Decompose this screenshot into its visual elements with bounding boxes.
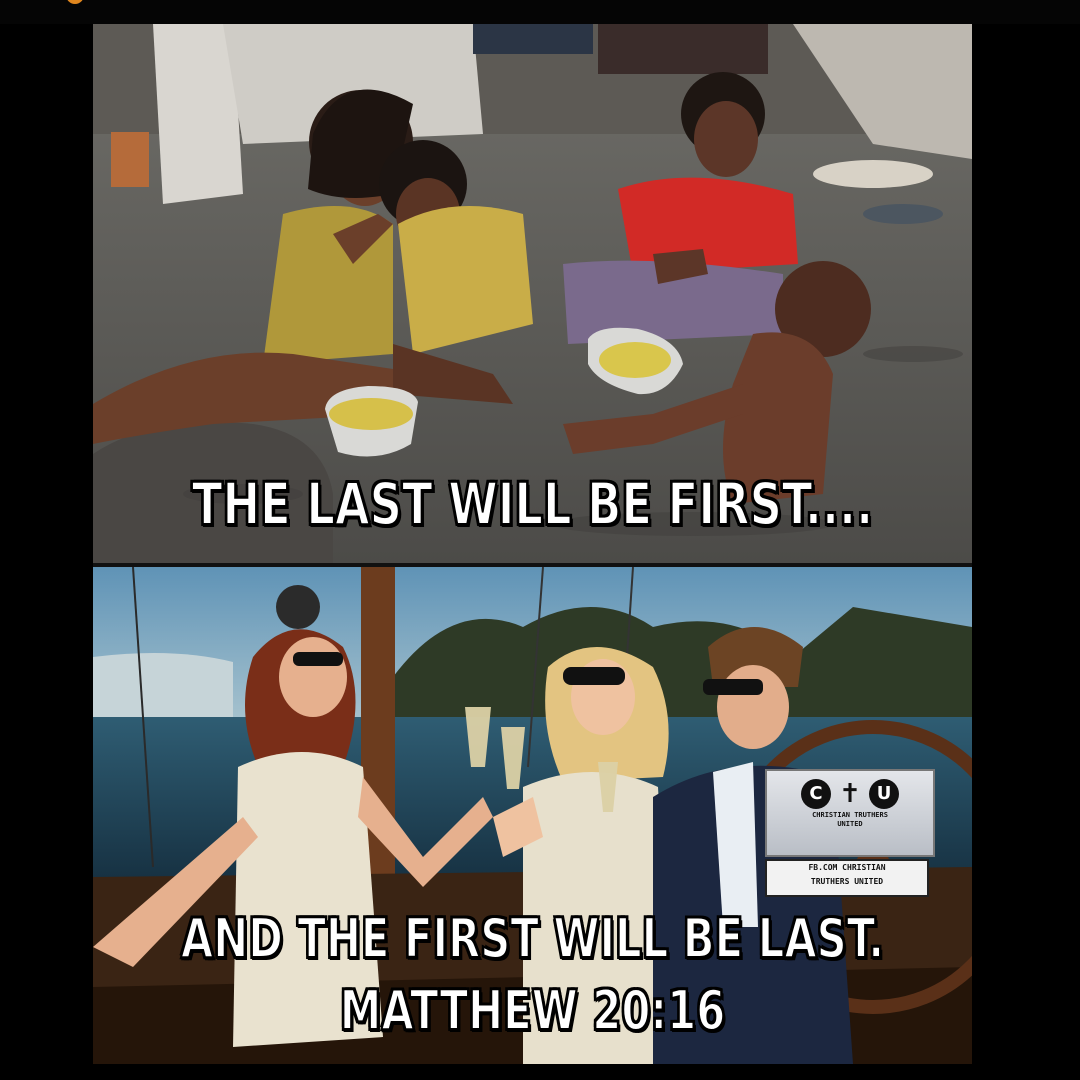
meme-image: THE LAST WILL BE FIRST.... C ✝ U CHRISTI… xyxy=(93,24,972,1064)
fb-line-1: FB.COM CHRISTIAN xyxy=(808,863,886,872)
top-bar xyxy=(0,0,1080,24)
logo-line-1: CHRISTIAN TRUTHERS xyxy=(812,811,888,819)
watermark-logo: C ✝ U CHRISTIAN TRUTHERS UNITED xyxy=(765,769,935,857)
logo-letter-c: C xyxy=(801,779,831,809)
bottom-panel-photo: C ✝ U CHRISTIAN TRUTHERS UNITED FB.COM C… xyxy=(93,567,972,1064)
logo-line-2: UNITED xyxy=(837,820,863,828)
logo-letter-u: U xyxy=(869,779,899,809)
bottom-caption-line2: MATTHEW 20:16 xyxy=(339,978,726,1043)
bottom-caption-line1: AND THE FIRST WILL BE LAST. xyxy=(180,906,885,971)
watermark-facebook-link: FB.COM CHRISTIAN TRUTHERS UNITED xyxy=(765,859,929,897)
notification-dot xyxy=(66,0,84,4)
fb-line-2: TRUTHERS UNITED xyxy=(810,877,884,886)
logo-icons: C ✝ U xyxy=(767,779,933,811)
top-panel-photo: THE LAST WILL BE FIRST.... xyxy=(93,24,972,563)
top-caption: THE LAST WILL BE FIRST.... xyxy=(191,469,874,539)
cross-icon: ✝ xyxy=(839,779,861,809)
